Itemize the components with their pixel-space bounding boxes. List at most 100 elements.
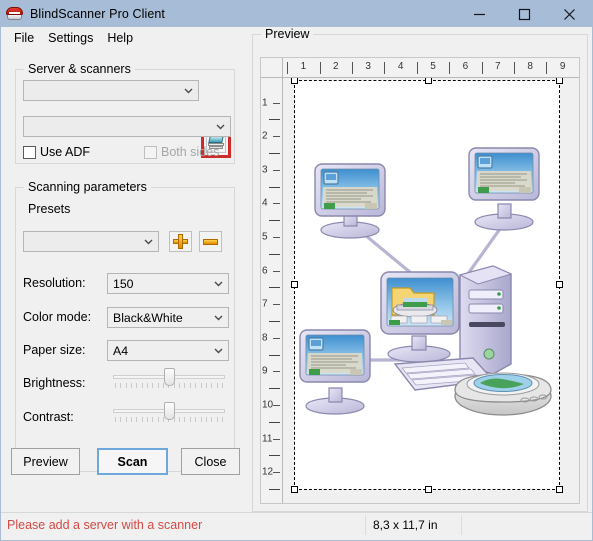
menu-help[interactable]: Help — [100, 29, 140, 47]
menu-file[interactable]: File — [7, 29, 41, 47]
ruler-v-tick — [273, 472, 280, 474]
ruler-v-tick — [273, 304, 280, 306]
ruler-v-tick — [273, 438, 280, 440]
ruler-v-tick-major — [269, 287, 280, 289]
title-bar: BlindScanner Pro Client — [1, 1, 592, 27]
ruler-v-tick — [273, 102, 280, 104]
ruler-v-tick-major — [269, 354, 280, 356]
page-size-indicator: 8,3 x 11,7 in — [373, 518, 438, 532]
ruler-h-tick — [319, 62, 321, 74]
contrast-label: Contrast: — [23, 410, 74, 424]
ruler-v-label: 7 — [262, 298, 268, 310]
slider-thumb[interactable] — [163, 368, 175, 386]
slider-thumb[interactable] — [163, 402, 175, 420]
ruler-v-label: 4 — [262, 197, 268, 209]
ruler-v-tick-major — [269, 421, 280, 423]
both-sides-checkbox: Both sides — [144, 145, 219, 159]
ruler-v-tick — [273, 237, 280, 238]
color-mode-value: Black&White — [113, 310, 183, 325]
scan-canvas[interactable] — [283, 78, 579, 503]
scanner-app-icon — [6, 5, 24, 23]
ruler-h-label: 8 — [527, 61, 533, 72]
horizontal-ruler: 1 2 3 4 5 6 7 8 9 — [283, 58, 579, 78]
ruler-h-tick — [546, 62, 548, 74]
handle-middle-left[interactable] — [291, 281, 298, 288]
ruler-v-label: 11 — [262, 433, 273, 445]
ruler-v-tick-major — [269, 119, 280, 121]
ruler-v-tick — [273, 405, 280, 406]
server-group-title: Server & scanners — [24, 62, 135, 76]
handle-top-right[interactable] — [556, 78, 563, 84]
status-message: Please add a server with a scanner — [7, 518, 203, 532]
ruler-v-label: 3 — [262, 164, 268, 176]
ruler-h-tick — [352, 62, 353, 74]
ruler-v-tick-major — [269, 489, 280, 490]
handle-top-center[interactable] — [425, 78, 432, 84]
ruler-h-label: 9 — [559, 61, 566, 72]
ruler-v-tick-major — [269, 388, 280, 390]
ruler-h-label: 6 — [462, 61, 469, 72]
ruler-v-label: 6 — [262, 265, 268, 277]
chevron-down-icon — [209, 274, 228, 293]
ruler-h-label: 3 — [365, 61, 371, 72]
minus-icon — [203, 238, 218, 245]
resolution-label: Resolution: — [23, 276, 86, 290]
chevron-down-icon — [211, 117, 230, 136]
paper-size-select[interactable]: A4 — [107, 340, 229, 361]
contrast-slider[interactable] — [113, 401, 225, 427]
ruler-v-label: 5 — [262, 231, 268, 243]
handle-bottom-right[interactable] — [556, 486, 563, 493]
handle-top-left[interactable] — [291, 78, 298, 84]
ruler-v-label: 1 — [262, 97, 268, 109]
vertical-ruler: 1 2 3 4 5 6 7 8 9 10 11 12 — [261, 78, 283, 503]
ruler-v-tick-major — [269, 220, 280, 222]
both-sides-label: Both sides — [161, 145, 220, 159]
ruler-v-tick-major — [269, 186, 280, 188]
color-mode-label: Color mode: — [23, 310, 92, 324]
ruler-v-label: 8 — [262, 332, 268, 344]
status-separator — [365, 515, 366, 535]
minimize-icon[interactable] — [457, 1, 502, 27]
ruler-h-label: 2 — [333, 61, 339, 72]
chevron-down-icon — [209, 341, 228, 360]
status-bar: Please add a server with a scanner 8,3 x… — [1, 512, 592, 540]
window-controls — [457, 1, 592, 27]
ruler-h-tick — [384, 62, 386, 74]
maximize-icon[interactable] — [502, 1, 547, 27]
ruler-h-tick — [449, 62, 451, 74]
color-mode-select[interactable]: Black&White — [107, 307, 229, 328]
presets-select[interactable] — [23, 231, 159, 252]
resolution-select[interactable]: 150 — [107, 273, 229, 294]
ruler-h-tick — [416, 62, 418, 74]
server-select[interactable] — [23, 80, 199, 101]
selection-marquee[interactable] — [291, 78, 563, 493]
close-button[interactable]: Close — [181, 448, 240, 475]
ruler-v-tick — [273, 371, 280, 373]
ruler-v-tick — [273, 337, 280, 339]
scanner-select[interactable] — [23, 116, 231, 137]
remove-preset-button[interactable] — [199, 231, 222, 252]
paper-size-label: Paper size: — [23, 343, 86, 357]
handle-bottom-left[interactable] — [291, 486, 298, 493]
ruler-v-tick-major — [269, 253, 280, 255]
presets-label: Presets — [28, 202, 71, 216]
use-adf-checkbox[interactable]: Use ADF — [23, 145, 90, 159]
ruler-v-tick — [273, 136, 280, 138]
add-preset-button[interactable] — [169, 231, 192, 252]
close-icon[interactable] — [547, 1, 592, 27]
ruler-v-label: 10 — [262, 399, 274, 411]
scan-button[interactable]: Scan — [97, 448, 168, 475]
settings-panel: Server & scanners Use ADF Both sides Sca… — [1, 49, 248, 512]
preview-button[interactable]: Preview — [11, 448, 80, 475]
handle-middle-right[interactable] — [556, 281, 563, 288]
app-window: BlindScanner Pro Client File Settings He… — [0, 0, 593, 541]
ruler-h-label: 7 — [495, 61, 501, 72]
scanning-parameters-group: Scanning parameters — [15, 180, 235, 472]
chevron-down-icon — [179, 81, 198, 100]
ruler-h-tick — [578, 62, 579, 74]
window-title: BlindScanner Pro Client — [30, 7, 166, 21]
menu-settings[interactable]: Settings — [41, 29, 100, 47]
brightness-slider[interactable] — [113, 367, 225, 393]
preview-area[interactable]: 123456789 1 2 3 4 5 6 7 8 9 10 11 12 — [260, 57, 580, 504]
handle-bottom-center[interactable] — [425, 486, 432, 493]
